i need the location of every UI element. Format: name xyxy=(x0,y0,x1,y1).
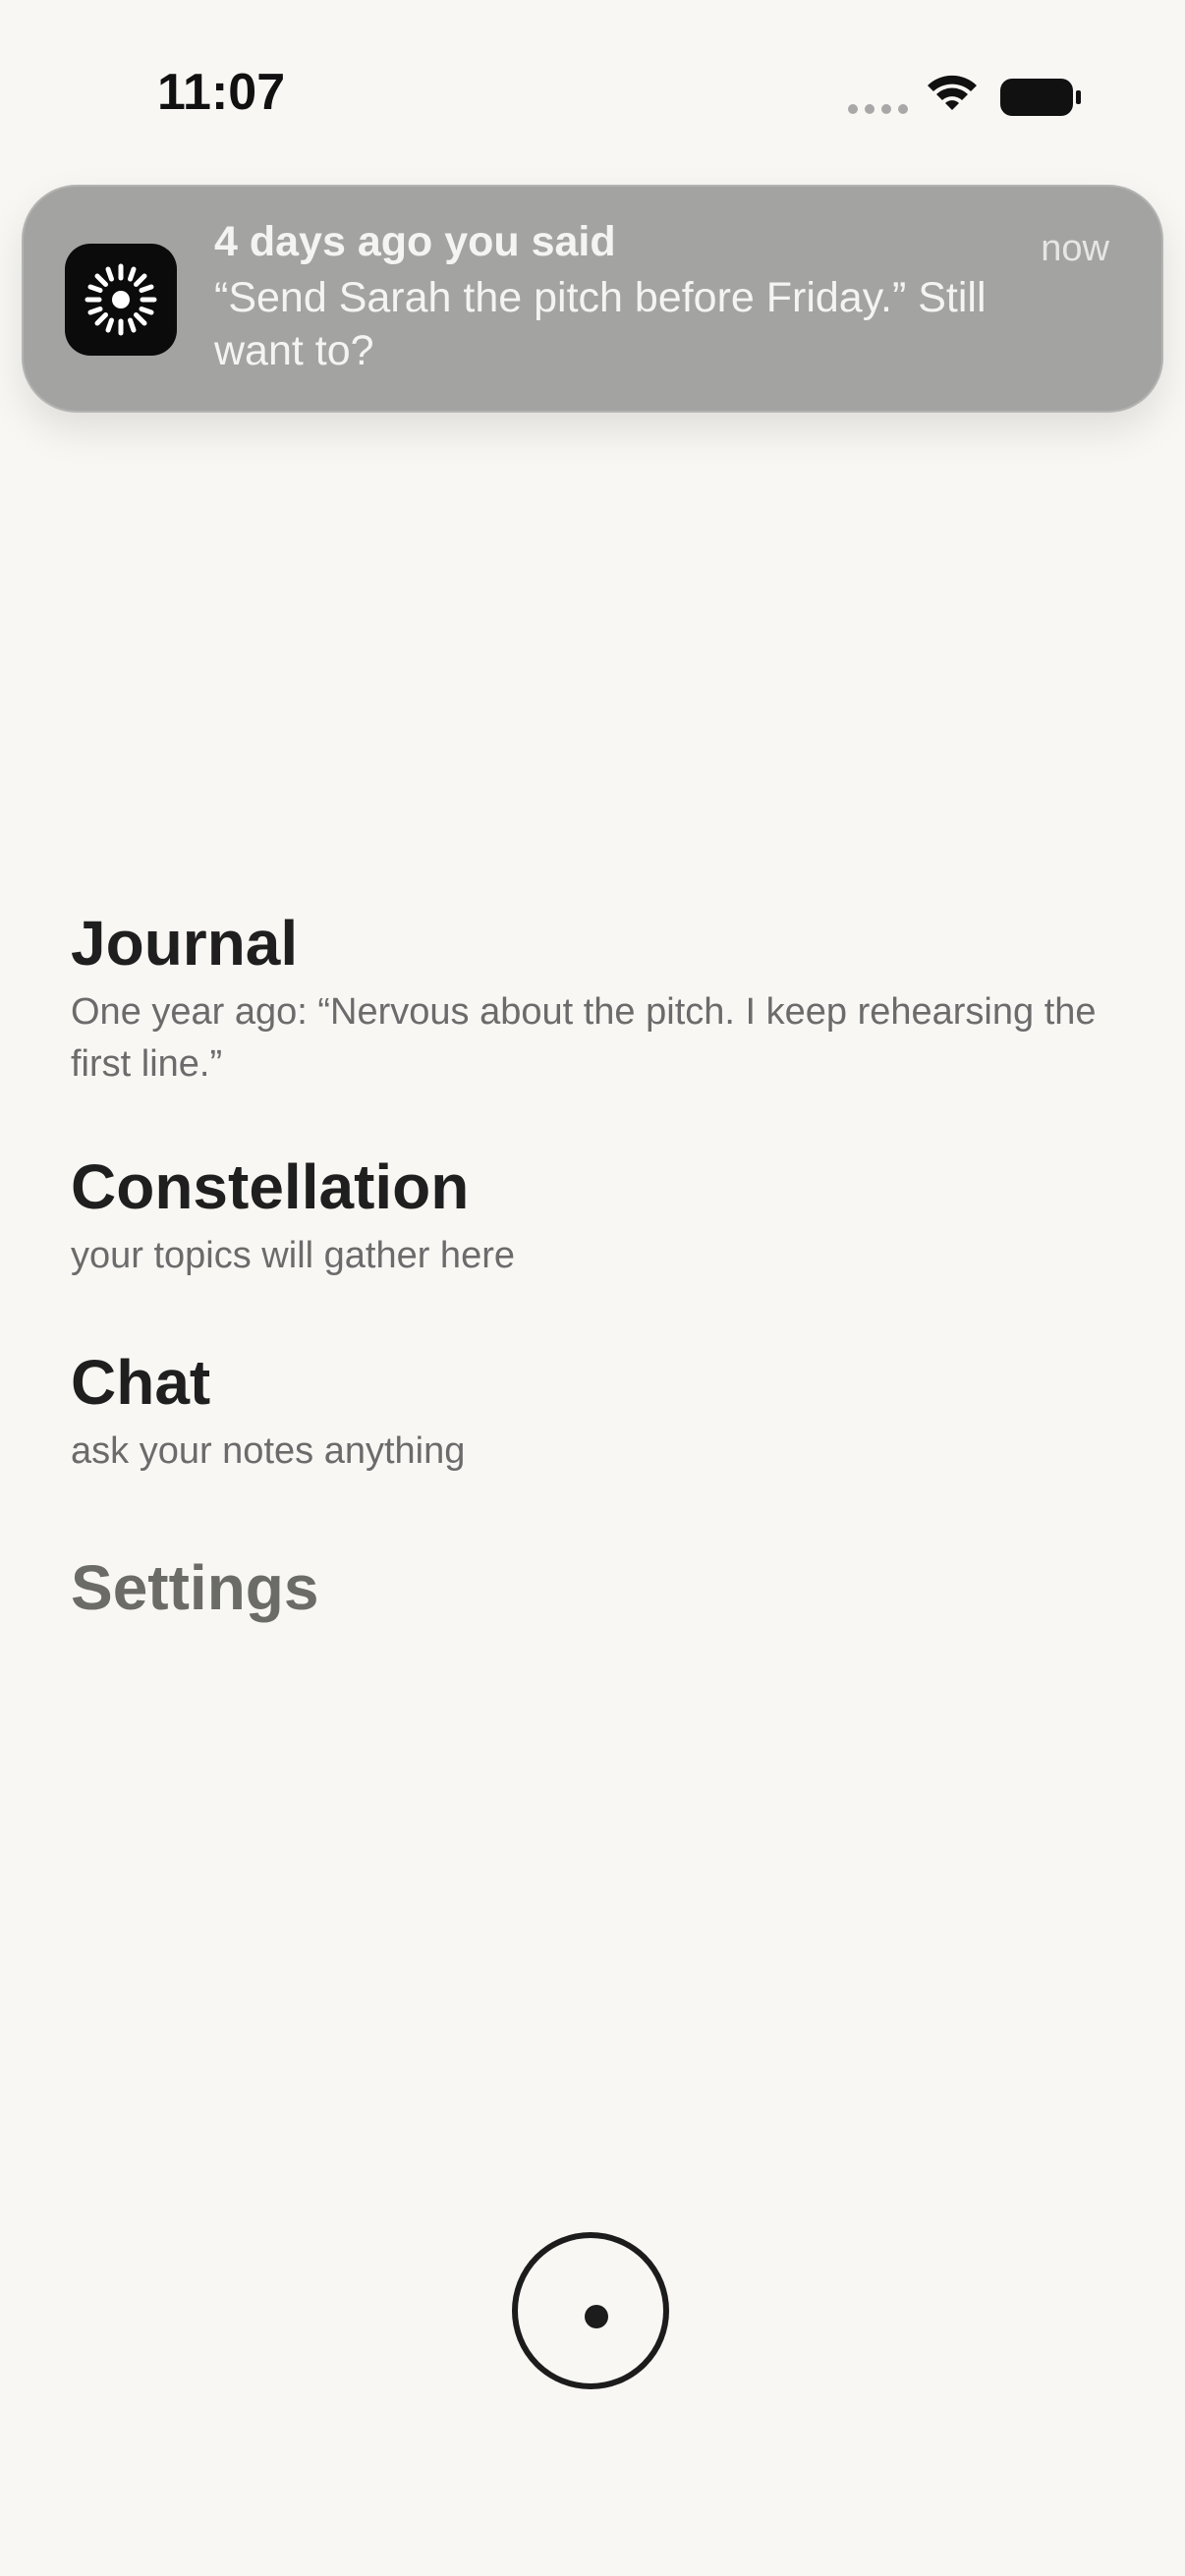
menu-item-constellation-title: Constellation xyxy=(71,1151,470,1222)
app-icon xyxy=(65,244,177,356)
menu-item-chat[interactable]: Chat ask your notes anything xyxy=(71,1343,1132,1478)
menu-item-chat-subtitle: ask your notes anything xyxy=(71,1430,466,1472)
menu-item-settings[interactable]: Settings xyxy=(71,1548,1132,1627)
status-time: 11:07 xyxy=(157,64,286,121)
menu-item-constellation[interactable]: Constellation your topics will gather he… xyxy=(71,1148,1132,1282)
signal-dots-icon xyxy=(848,104,908,114)
record-icon xyxy=(585,2305,608,2328)
notification-title: 4 days ago you said xyxy=(214,218,616,265)
wifi-icon xyxy=(928,75,977,110)
record-button[interactable] xyxy=(512,2232,669,2389)
menu-item-journal-title: Journal xyxy=(71,908,299,979)
main-menu: Journal One year ago: “Nervous about the… xyxy=(71,904,1132,1627)
menu-item-chat-title: Chat xyxy=(71,1347,211,1418)
battery-icon xyxy=(1000,79,1081,116)
notification-time: now xyxy=(1041,228,1109,269)
notification-body: “Send Sarah the pitch before Friday.” St… xyxy=(214,274,987,374)
menu-item-constellation-subtitle: your topics will gather here xyxy=(71,1235,515,1276)
sparkle-icon xyxy=(85,263,157,336)
menu-item-settings-title: Settings xyxy=(71,1552,319,1623)
menu-item-journal[interactable]: Journal One year ago: “Nervous about the… xyxy=(71,904,1132,1091)
notification-banner[interactable]: 4 days ago you said now “Send Sarah the … xyxy=(22,185,1163,413)
status-bar: 11:07 xyxy=(0,0,1185,187)
menu-item-journal-subtitle: One year ago: “Nervous about the pitch. … xyxy=(71,991,1097,1085)
